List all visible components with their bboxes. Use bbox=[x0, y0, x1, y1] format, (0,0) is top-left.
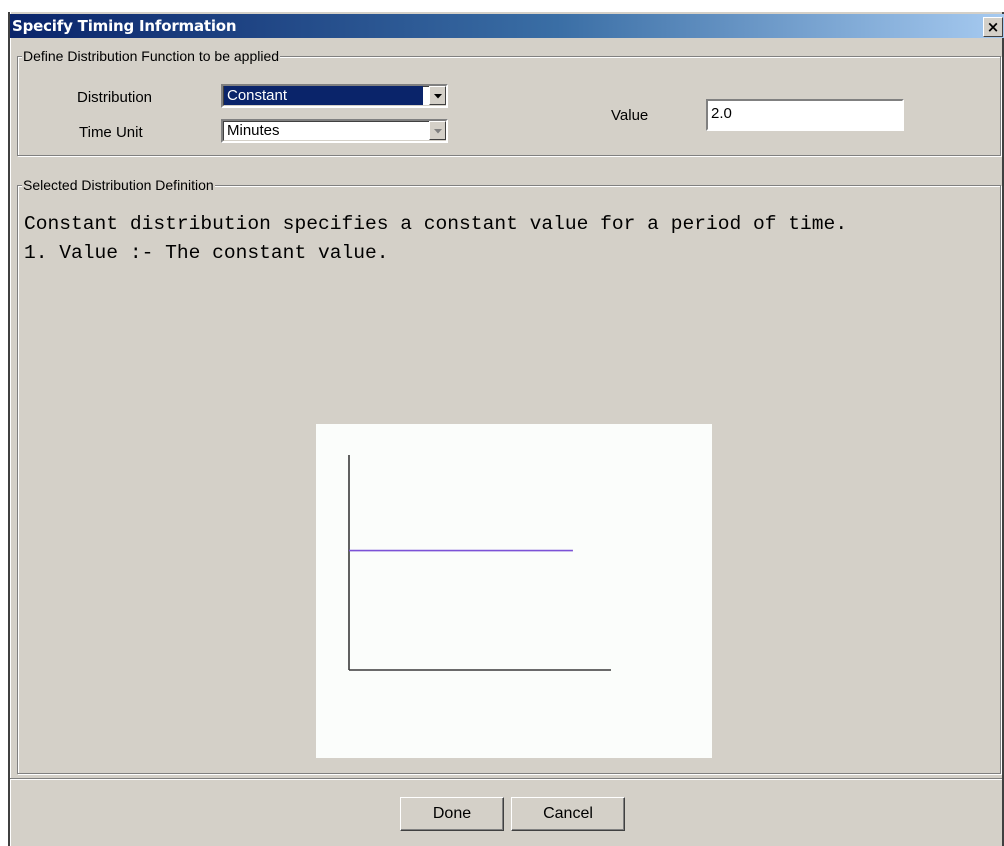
distribution-select-value: Constant bbox=[224, 86, 423, 105]
window-left-border bbox=[8, 12, 10, 846]
definition-line-1: Constant distribution specifies a consta… bbox=[24, 213, 848, 235]
value-field[interactable] bbox=[706, 99, 904, 131]
done-button[interactable]: Done bbox=[400, 797, 504, 831]
group-legend-distribution: Define Distribution Function to be appli… bbox=[22, 48, 281, 64]
distribution-plot bbox=[316, 424, 712, 758]
window-title: Specify Timing Information bbox=[12, 17, 237, 35]
definition-line-2: 1. Value :- The constant value. bbox=[24, 242, 389, 264]
distribution-plot-svg bbox=[348, 455, 611, 671]
time-unit-dropdown-button[interactable] bbox=[429, 121, 446, 140]
time-unit-select[interactable]: Minutes bbox=[221, 119, 448, 143]
chevron-down-icon bbox=[434, 129, 442, 134]
time-unit-label: Time Unit bbox=[79, 124, 143, 141]
distribution-label: Distribution bbox=[77, 89, 153, 106]
close-button[interactable]: × bbox=[983, 17, 1003, 37]
title-bar[interactable]: Specify Timing Information bbox=[10, 14, 1004, 38]
bottom-separator-highlight bbox=[10, 779, 1002, 780]
close-icon: × bbox=[986, 18, 1000, 36]
group-legend-definition: Selected Distribution Definition bbox=[22, 177, 215, 193]
distribution-dropdown-button[interactable] bbox=[429, 86, 446, 105]
distribution-select[interactable]: Constant bbox=[221, 84, 448, 108]
value-input[interactable] bbox=[709, 101, 897, 126]
chevron-down-icon bbox=[434, 94, 442, 99]
cancel-button[interactable]: Cancel bbox=[511, 797, 625, 831]
value-label: Value bbox=[611, 107, 649, 124]
time-unit-select-value: Minutes bbox=[227, 122, 280, 139]
